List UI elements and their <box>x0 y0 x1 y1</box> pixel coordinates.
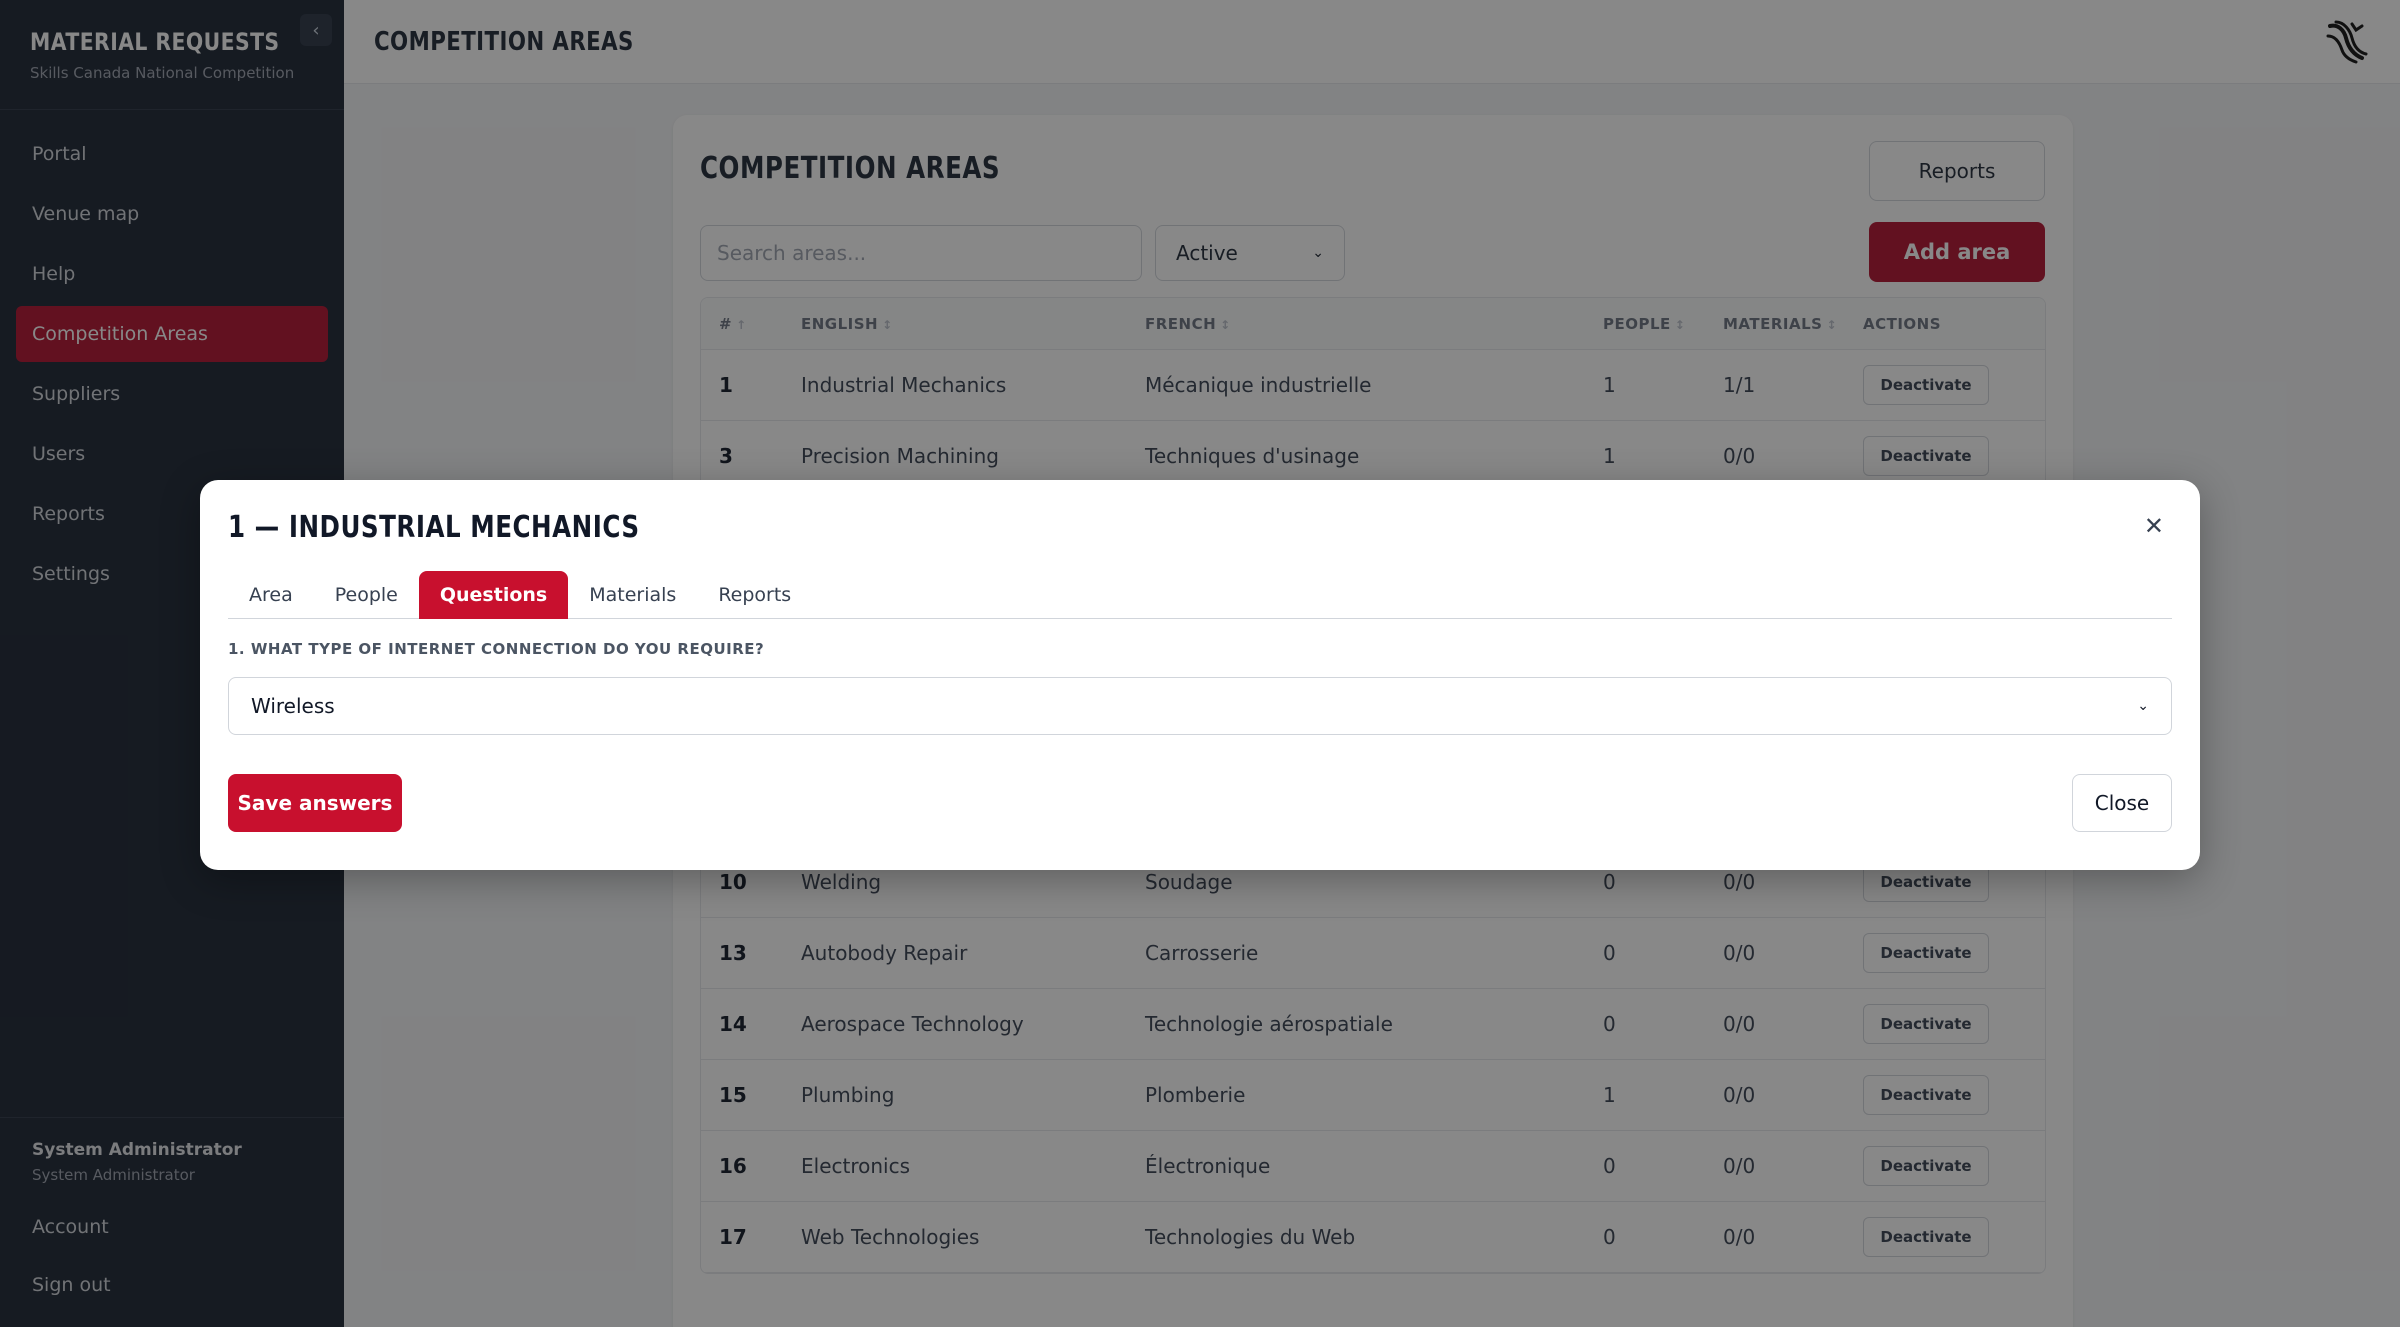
save-answers-button[interactable]: Save answers <box>228 774 402 832</box>
modal-title: 1 — INDUSTRIAL MECHANICS <box>228 510 640 545</box>
modal-tabs: Area People Questions Materials Reports <box>228 571 2172 619</box>
tab-people[interactable]: People <box>314 571 419 619</box>
close-button[interactable]: Close <box>2072 774 2172 832</box>
internet-connection-value: Wireless <box>251 694 335 718</box>
tab-area[interactable]: Area <box>228 571 314 619</box>
tab-reports[interactable]: Reports <box>697 571 812 619</box>
area-modal: 1 — INDUSTRIAL MECHANICS ✕ Area People Q… <box>200 480 2200 870</box>
internet-connection-select[interactable]: Wireless ⌄ <box>228 677 2172 735</box>
question-label: 1. WHAT TYPE OF INTERNET CONNECTION DO Y… <box>228 640 765 658</box>
chevron-down-icon: ⌄ <box>2137 698 2149 714</box>
tab-materials[interactable]: Materials <box>568 571 697 619</box>
close-icon[interactable]: ✕ <box>2144 512 2164 540</box>
tab-questions[interactable]: Questions <box>418 571 569 619</box>
